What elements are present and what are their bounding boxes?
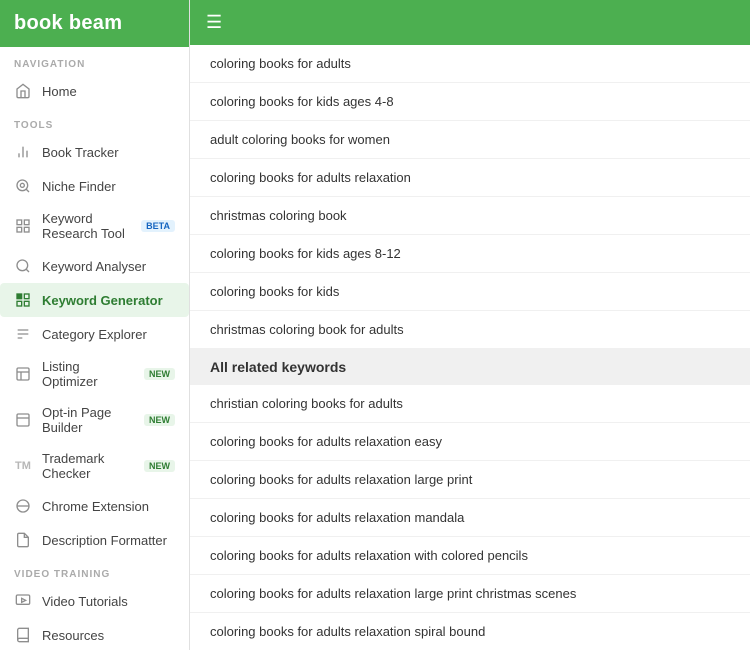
list-item[interactable]: coloring books for adults relaxation lar… [190,575,750,613]
new-badge-trademark: NEW [144,460,175,472]
sidebar-header: book beam [0,0,189,47]
category-icon [14,325,32,343]
list-item[interactable]: christmas coloring book [190,197,750,235]
sidebar-item-book-tracker[interactable]: Book Tracker [0,135,189,169]
list-item[interactable]: coloring books for adults relaxation man… [190,499,750,537]
sidebar-item-description-formatter[interactable]: Description Formatter [0,523,189,557]
list-item[interactable]: coloring books for adults relaxation wit… [190,537,750,575]
trademark-label: Trademark Checker [42,451,130,481]
video-icon [14,592,32,610]
tm-icon: TM [14,457,32,475]
book-tracker-label: Book Tracker [42,145,119,160]
resource-icon [14,626,32,644]
related-keywords-header: All related keywords [190,349,750,385]
optin-page-label: Opt-in Page Builder [42,405,130,435]
list-item[interactable]: coloring books for adults relaxation [190,159,750,197]
sidebar: book beam NAVIGATION Home TOOLS Book Tra… [0,0,190,650]
keyword-research-icon [14,217,32,235]
logo-text: book beam [14,12,122,35]
related-keyword-list: christian coloring books for adultscolor… [190,385,750,650]
sidebar-item-home[interactable]: Home [0,74,189,108]
category-explorer-label: Category Explorer [42,327,147,342]
list-item[interactable]: coloring books for kids ages 4-8 [190,83,750,121]
list-item[interactable]: christmas coloring book for adults [190,311,750,349]
top-keyword-list: coloring books for adultscoloring books … [190,45,750,349]
niche-icon [14,177,32,195]
page-icon [14,411,32,429]
sidebar-item-video-tutorials[interactable]: Video Tutorials [0,584,189,618]
chrome-icon [14,497,32,515]
search-icon [14,257,32,275]
chart-icon [14,143,32,161]
list-item[interactable]: coloring books for kids [190,273,750,311]
list-item[interactable]: coloring books for adults relaxation spi… [190,613,750,650]
hamburger-icon[interactable]: ☰ [206,12,222,33]
description-formatter-label: Description Formatter [42,533,167,548]
chrome-extension-label: Chrome Extension [42,499,149,514]
list-item[interactable]: christian coloring books for adults [190,385,750,423]
listing-optimizer-label: Listing Optimizer [42,359,130,389]
new-badge-listing: NEW [144,368,175,380]
sidebar-item-keyword-analyser[interactable]: Keyword Analyser [0,249,189,283]
format-icon [14,531,32,549]
sidebar-item-keyword-research[interactable]: Keyword Research Tool BETA [0,203,189,249]
video-section-label: VIDEO TRAINING [0,557,189,584]
list-item[interactable]: coloring books for adults relaxation eas… [190,423,750,461]
sidebar-item-keyword-generator[interactable]: Keyword Generator [0,283,189,317]
list-item[interactable]: adult coloring books for women [190,121,750,159]
sidebar-item-trademark[interactable]: TM Trademark Checker NEW [0,443,189,489]
tools-section-label: TOOLS [0,108,189,135]
sidebar-item-resources[interactable]: Resources [0,618,189,650]
sidebar-item-chrome-extension[interactable]: Chrome Extension [0,489,189,523]
niche-finder-label: Niche Finder [42,179,116,194]
keyword-content: coloring books for adultscoloring books … [190,45,750,650]
nav-section-label: NAVIGATION [0,47,189,74]
list-icon [14,365,32,383]
main-header: ☰ [190,0,750,45]
list-item[interactable]: coloring books for kids ages 8-12 [190,235,750,273]
keyword-analyser-label: Keyword Analyser [42,259,146,274]
home-icon [14,82,32,100]
beta-badge: BETA [141,220,175,232]
sidebar-item-niche-finder[interactable]: Niche Finder [0,169,189,203]
sidebar-item-category-explorer[interactable]: Category Explorer [0,317,189,351]
list-item[interactable]: coloring books for adults relaxation lar… [190,461,750,499]
grid-icon [14,291,32,309]
home-label: Home [42,84,77,99]
sidebar-item-listing-optimizer[interactable]: Listing Optimizer NEW [0,351,189,397]
list-item[interactable]: coloring books for adults [190,45,750,83]
main-content: ☰ coloring books for adultscoloring book… [190,0,750,650]
video-tutorials-label: Video Tutorials [42,594,128,609]
keyword-research-label: Keyword Research Tool [42,211,127,241]
sidebar-item-optin-page[interactable]: Opt-in Page Builder NEW [0,397,189,443]
new-badge-optin: NEW [144,414,175,426]
resources-label: Resources [42,628,104,643]
keyword-generator-label: Keyword Generator [42,293,163,308]
